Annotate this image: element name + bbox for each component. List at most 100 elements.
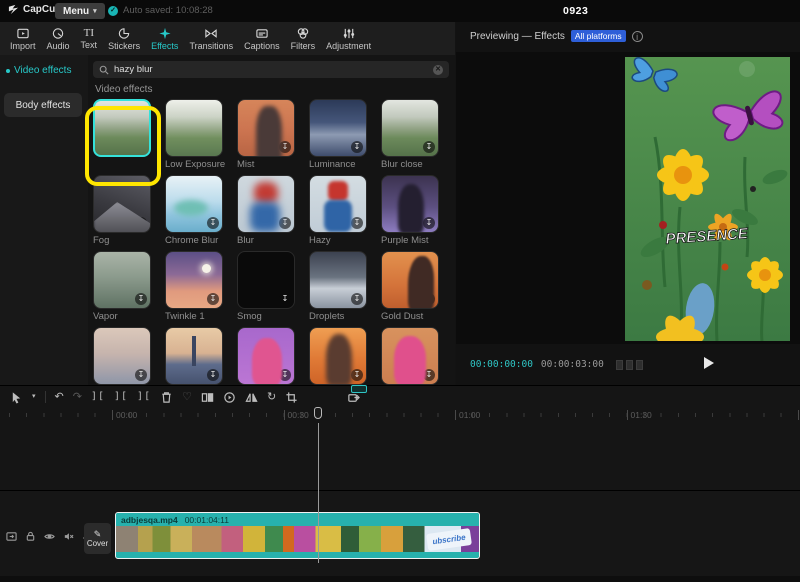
undo-icon[interactable]: ↶: [55, 390, 64, 404]
cursor-tool-icon[interactable]: [10, 391, 23, 404]
info-icon[interactable]: i: [632, 31, 643, 42]
effect-thumbnail[interactable]: ↧: [309, 175, 367, 233]
redo-icon[interactable]: ↷: [73, 390, 82, 404]
effect-card[interactable]: ↧ Blur: [237, 175, 301, 248]
effect-thumbnail[interactable]: ↧: [381, 99, 439, 157]
effect-card[interactable]: ↧: [93, 327, 157, 385]
effect-thumbnail[interactable]: ↧: [309, 251, 367, 309]
effect-thumbnail[interactable]: [165, 99, 223, 157]
effect-label: Blur close: [381, 158, 423, 172]
effect-thumbnail[interactable]: ↧: [309, 327, 367, 385]
cover-button[interactable]: ✎ Cover: [84, 523, 111, 554]
effect-card[interactable]: ↧ Blur close: [381, 99, 445, 172]
effect-card[interactable]: ↧ Luminance: [309, 99, 373, 172]
hide-track-icon[interactable]: [44, 529, 55, 547]
effect-thumbnail[interactable]: ↧: [381, 175, 439, 233]
effect-card[interactable]: ↧ Smog: [237, 251, 301, 324]
clip-filmstrip: ubscribe: [116, 526, 479, 552]
search-input[interactable]: hazy blur ✕: [93, 61, 449, 78]
main-track-icon[interactable]: [6, 529, 17, 547]
effect-card[interactable]: Low Exposure: [165, 99, 229, 172]
sidebar-item-video-effects[interactable]: Video effects: [6, 65, 71, 76]
stickers-icon: [117, 27, 131, 40]
tab-adjustment[interactable]: Adjustment: [326, 27, 371, 51]
autosave-check-icon: ✓: [108, 6, 118, 16]
effect-thumbnail[interactable]: ↧: [93, 175, 151, 233]
rotate-icon[interactable]: ↻: [267, 390, 276, 404]
effect-thumbnail[interactable]: ↧: [237, 99, 295, 157]
effect-card[interactable]: ↧: [237, 327, 301, 385]
effect-thumbnail[interactable]: ↧: [93, 327, 151, 385]
clear-search-icon[interactable]: ✕: [433, 65, 443, 75]
effect-card[interactable]: ↧ Droplets: [309, 251, 373, 324]
capcut-logo: CapCut: [8, 4, 59, 15]
effect-thumbnail[interactable]: ↧: [165, 251, 223, 309]
effect-card[interactable]: ↧ Fog: [93, 175, 157, 248]
tab-effects[interactable]: Effects: [151, 27, 178, 51]
mute-track-icon[interactable]: [63, 529, 74, 547]
sidebar-item-body-effects[interactable]: Body effects: [4, 93, 82, 117]
tab-stickers[interactable]: Stickers: [108, 27, 140, 51]
tab-text[interactable]: TI Text: [81, 27, 98, 50]
tab-filters[interactable]: Filters: [291, 27, 316, 51]
frame-step-icon[interactable]: [626, 360, 633, 370]
effect-card[interactable]: ↧ Purple Mist: [381, 175, 445, 248]
mirror-icon[interactable]: [201, 391, 214, 404]
lock-icon[interactable]: [25, 529, 36, 547]
video-preview[interactable]: PRESENCE: [625, 57, 790, 341]
delete-icon[interactable]: [160, 391, 173, 404]
tool-dropdown-icon[interactable]: ▾: [32, 390, 36, 404]
effect-thumbnail[interactable]: ↧: [165, 175, 223, 233]
crop-icon[interactable]: [285, 391, 298, 404]
effect-thumbnail[interactable]: ↧: [237, 175, 295, 233]
flip-icon[interactable]: [245, 391, 258, 404]
frame-step-icon[interactable]: [616, 360, 623, 370]
play-button[interactable]: [704, 357, 714, 369]
preview-controls: 00:00:00:00 00:00:03:00: [456, 344, 800, 385]
effect-thumbnail[interactable]: [93, 99, 151, 157]
preview-panel: Previewing — Effects All platforms i: [456, 22, 800, 385]
favorite-icon[interactable]: ♡: [182, 390, 192, 404]
effect-card[interactable]: ↧: [381, 327, 445, 385]
effect-thumbnail[interactable]: ↧: [309, 99, 367, 157]
effect-card[interactable]: ↧ Mist: [237, 99, 301, 172]
effect-thumbnail[interactable]: ↧: [165, 327, 223, 385]
effect-card[interactable]: ↧ Gold Dust: [381, 251, 445, 324]
tab-audio[interactable]: Audio: [47, 27, 70, 51]
effect-card[interactable]: ↧ Vapor: [93, 251, 157, 324]
playback-speed-icon[interactable]: [223, 391, 236, 404]
effect-card[interactable]: ↧ Hazy: [309, 175, 373, 248]
tab-import[interactable]: Import: [10, 27, 36, 51]
split-icon[interactable]: ][: [91, 390, 105, 404]
delete-right-icon[interactable]: ][: [137, 390, 151, 404]
effect-card[interactable]: ↧ Chrome Blur: [165, 175, 229, 248]
effect-card[interactable]: [93, 99, 157, 172]
autosave-status: ✓ Auto saved: 10:08:28: [108, 5, 213, 16]
effect-label: Blur: [237, 234, 254, 248]
effect-card[interactable]: ↧: [165, 327, 229, 385]
effect-thumbnail[interactable]: ↧: [381, 251, 439, 309]
platform-badge[interactable]: All platforms: [571, 30, 626, 42]
effect-card[interactable]: ↧: [309, 327, 373, 385]
frame-step-icon[interactable]: [636, 360, 643, 370]
effect-label: Luminance: [309, 158, 355, 172]
tab-captions[interactable]: Captions: [244, 27, 280, 51]
effect-thumbnail[interactable]: ↧: [381, 327, 439, 385]
section-title: Video effects: [95, 84, 152, 95]
timeline-bottom-edge: [0, 576, 800, 582]
effects-content: hazy blur ✕ Video effects Low Exposure ↧…: [88, 55, 455, 385]
pip-icon[interactable]: [347, 391, 360, 404]
menu-button[interactable]: Menu ▾: [55, 3, 105, 19]
download-icon: ↧: [207, 217, 219, 229]
effect-thumbnail[interactable]: ↧: [93, 251, 151, 309]
video-clip[interactable]: adbjesqa.mp4 00:01:04:11 ubscribe: [115, 512, 480, 559]
tab-transitions[interactable]: Transitions: [189, 27, 233, 51]
ruler-label: 01:00: [455, 410, 480, 420]
edit-pencil-icon: ✎: [94, 529, 102, 539]
playhead-handle[interactable]: [314, 407, 322, 419]
download-icon: ↧: [207, 369, 219, 381]
delete-left-icon[interactable]: ][: [114, 390, 128, 404]
effect-card[interactable]: ↧ Twinkle 1: [165, 251, 229, 324]
effect-thumbnail[interactable]: ↧: [237, 327, 295, 385]
effect-thumbnail[interactable]: ↧: [237, 251, 295, 309]
